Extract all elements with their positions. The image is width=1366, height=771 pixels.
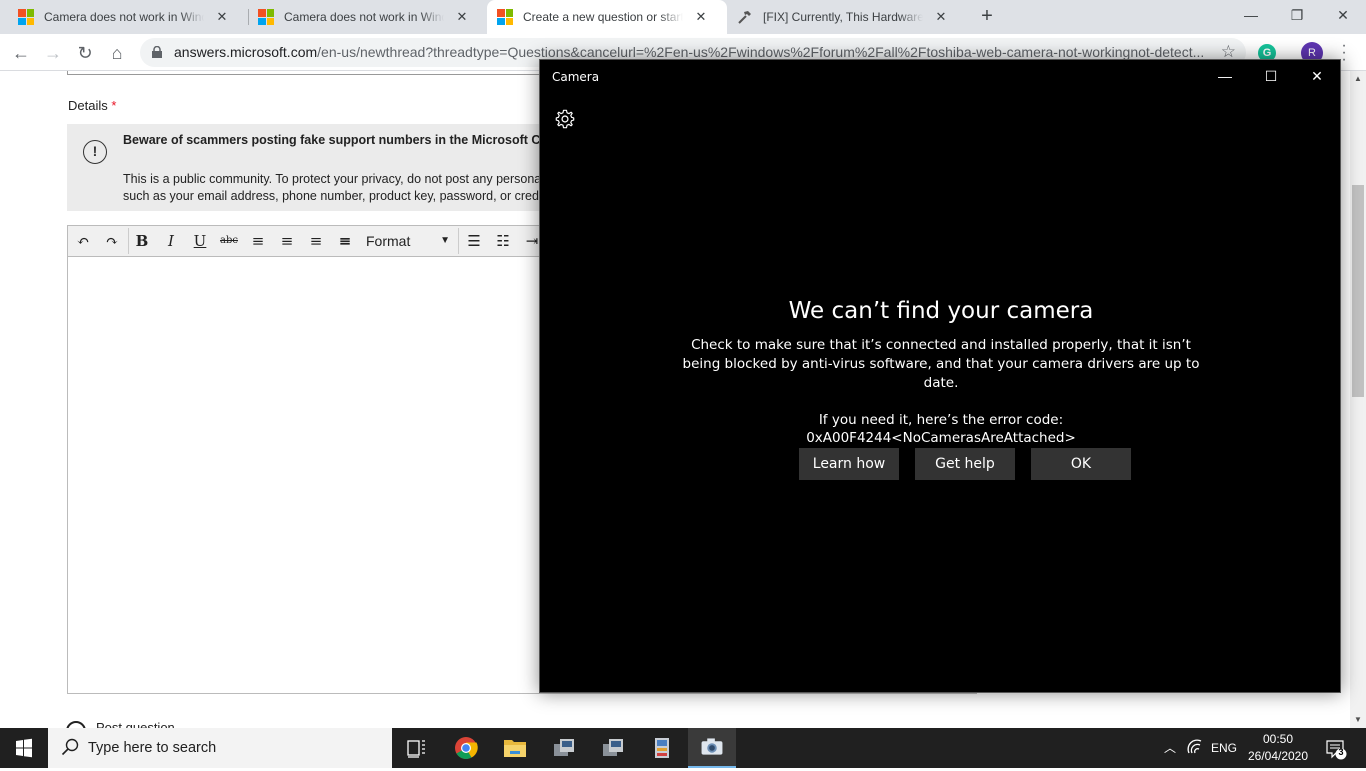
device-manager-icon-2[interactable]: [589, 728, 637, 768]
camera-app-window: Camera — ☐ ✕ We can’t find your camera C…: [539, 59, 1341, 693]
camera-button-row: Learn how Get help OK: [799, 448, 1131, 480]
undo-icon[interactable]: ↶: [70, 229, 96, 253]
search-placeholder: Type here to search: [88, 740, 217, 756]
camera-app-icon[interactable]: [688, 728, 736, 768]
underline-icon[interactable]: U: [187, 229, 213, 253]
close-tab-icon[interactable]: ✕: [933, 9, 949, 25]
post-question-label: Post question: [96, 720, 175, 728]
align-center-icon[interactable]: ≡: [274, 229, 300, 253]
strikethrough-icon[interactable]: abc: [216, 229, 242, 253]
microsoft-logo-icon: [18, 9, 34, 25]
scroll-down-arrow-icon[interactable]: ▼: [1350, 712, 1366, 728]
exclamation-icon: !: [83, 140, 107, 164]
restore-button[interactable]: ❐: [1274, 0, 1320, 30]
tab-create-new-question[interactable]: Create a new question or start a discuss…: [487, 0, 727, 34]
camera-error-body: Check to make sure that it’s connected a…: [682, 337, 1200, 391]
lock-icon: [152, 46, 162, 58]
url-text: answers.microsoft.com/en-us/newthread?th…: [174, 44, 1204, 60]
required-asterisk: *: [111, 98, 117, 113]
italic-icon[interactable]: I: [158, 229, 184, 253]
new-tab-button[interactable]: +: [976, 5, 998, 27]
align-left-icon[interactable]: ≡: [245, 229, 271, 253]
close-tab-icon[interactable]: ✕: [693, 9, 709, 25]
task-view-icon[interactable]: [392, 728, 440, 768]
page-scrollbar[interactable]: ▲ ▼: [1350, 71, 1366, 728]
registry-editor-icon[interactable]: [638, 728, 686, 768]
clock-time: 00:50: [1262, 732, 1294, 746]
gear-icon[interactable]: [554, 108, 576, 130]
back-button[interactable]: ←: [8, 40, 34, 66]
justify-icon[interactable]: ≡: [332, 229, 358, 253]
notification-icon: [1326, 740, 1347, 760]
align-right-icon[interactable]: ≡: [303, 229, 329, 253]
language-indicator[interactable]: ENG: [1208, 728, 1240, 768]
minimize-button[interactable]: —: [1228, 0, 1274, 30]
tab-title: Camera does not work in Windows: [284, 10, 444, 24]
home-button[interactable]: ⌂: [104, 40, 130, 66]
learn-how-button[interactable]: Learn how: [799, 448, 899, 480]
ok-button[interactable]: OK: [1031, 448, 1131, 480]
system-clock[interactable]: 00:50 26/04/2020: [1238, 731, 1318, 765]
file-explorer-icon[interactable]: [491, 728, 539, 768]
scroll-up-arrow-icon[interactable]: ▲: [1350, 71, 1366, 87]
url-path: /en-us/newthread?threadtype=Questions&ca…: [317, 44, 1204, 60]
close-tab-icon[interactable]: ✕: [214, 9, 230, 25]
notification-count-badge: 3: [1338, 747, 1344, 757]
numbered-list-icon[interactable]: ☷: [490, 229, 516, 253]
toolbar-divider: [458, 228, 459, 254]
chevron-down-icon: ▼: [440, 235, 450, 246]
camera-window-title: Camera: [552, 70, 600, 84]
camera-error-heading: We can’t find your camera: [788, 298, 1094, 324]
post-question-radio[interactable]: [66, 721, 86, 728]
reload-button[interactable]: ↻: [72, 40, 98, 66]
camera-maximize-button[interactable]: ☐: [1248, 60, 1294, 92]
camera-error-message: We can’t find your camera Check to make …: [540, 298, 1342, 447]
error-code: 0xA00F4244<NoCamerasAreAttached>: [806, 430, 1076, 446]
tab-fix-hardware-device[interactable]: [FIX] Currently, This Hardware Device ✕: [727, 0, 967, 34]
microsoft-logo-icon: [258, 9, 274, 25]
bullet-list-icon[interactable]: ☰: [461, 229, 487, 253]
format-dropdown[interactable]: Format ▼: [364, 229, 456, 253]
tab-title: [FIX] Currently, This Hardware Device: [763, 10, 923, 24]
error-code-intro: If you need it, here’s the error code:: [818, 412, 1064, 428]
scrollbar-thumb[interactable]: [1352, 185, 1364, 397]
details-label-text: Details: [68, 98, 108, 113]
tab-camera-not-work-1[interactable]: Camera does not work in Windows ✕: [0, 0, 248, 34]
search-icon: [61, 738, 79, 756]
format-label: Format: [366, 233, 411, 249]
get-help-button[interactable]: Get help: [915, 448, 1015, 480]
close-window-button[interactable]: ✕: [1320, 0, 1366, 30]
wifi-icon[interactable]: [1184, 728, 1208, 768]
tab-title: Create a new question or start a discuss…: [523, 10, 683, 24]
windows-taskbar: Type here to search ︿ ENG 00:50 26/04/20…: [0, 728, 1366, 768]
browser-tab-strip: Camera does not work in Windows ✕ Camera…: [0, 0, 1366, 34]
camera-close-button[interactable]: ✕: [1294, 60, 1340, 92]
redo-icon[interactable]: ↷: [99, 229, 125, 253]
clock-date: 26/04/2020: [1247, 749, 1309, 763]
bold-icon[interactable]: B: [129, 229, 155, 253]
show-hidden-icons-chevron-icon[interactable]: ︿: [1160, 728, 1180, 768]
close-tab-icon[interactable]: ✕: [454, 9, 470, 25]
camera-minimize-button[interactable]: —: [1202, 60, 1248, 92]
action-center-button[interactable]: 3: [1318, 728, 1352, 768]
taskbar-search-box[interactable]: Type here to search: [48, 728, 392, 768]
details-label: Details *: [68, 98, 116, 113]
tab-title: Camera does not work in Windows: [44, 10, 204, 24]
hammer-icon: [737, 9, 753, 25]
microsoft-logo-icon: [497, 9, 513, 25]
tab-camera-not-work-2[interactable]: Camera does not work in Windows ✕: [248, 0, 487, 34]
device-manager-icon[interactable]: [540, 728, 588, 768]
chrome-icon[interactable]: [442, 728, 490, 768]
forward-button[interactable]: →: [40, 40, 66, 66]
url-host: answers.microsoft.com: [174, 44, 318, 60]
windows-start-icon[interactable]: [0, 728, 48, 768]
